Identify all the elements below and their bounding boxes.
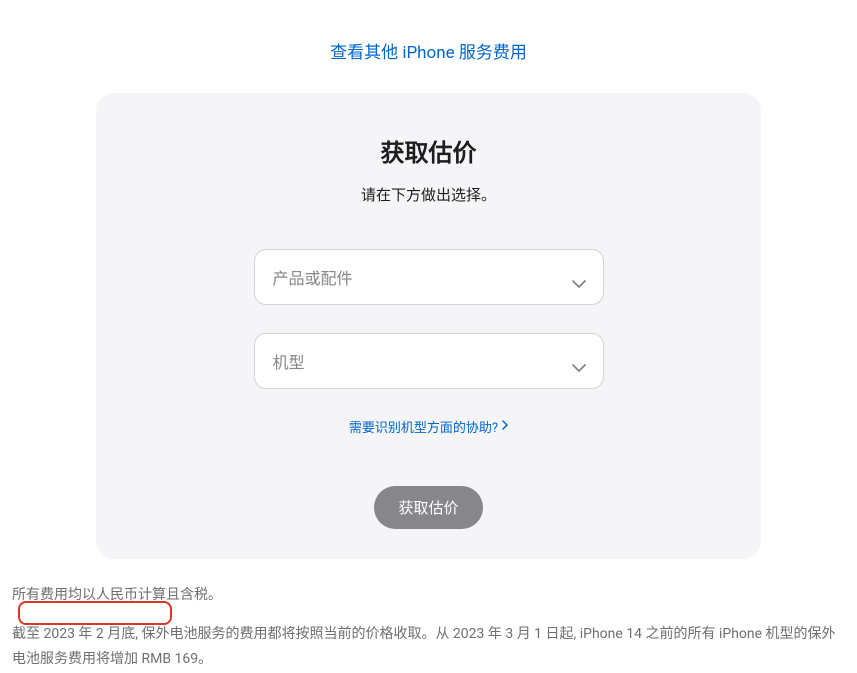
top-link-container: 查看其他 iPhone 服务费用	[0, 0, 857, 93]
card-subtitle: 请在下方做出选择。	[156, 184, 701, 205]
footer-notes: 所有费用均以人民币计算且含税。 截至 2023 年 2 月底, 保外电池服务的费…	[0, 559, 857, 673]
model-select-placeholder: 机型	[273, 349, 305, 373]
help-link-text: 需要识别机型方面的协助?	[349, 417, 498, 436]
product-select-placeholder: 产品或配件	[273, 265, 353, 289]
chevron-right-icon	[502, 419, 508, 434]
model-select[interactable]: 机型	[254, 333, 604, 389]
get-estimate-button[interactable]: 获取估价	[374, 486, 482, 529]
footer-line-1: 所有费用均以人民币计算且含税。	[12, 583, 845, 608]
identify-model-help-link[interactable]: 需要识别机型方面的协助?	[349, 417, 508, 436]
card-title: 获取估价	[156, 133, 701, 168]
footer-line-2: 截至 2023 年 2 月底, 保外电池服务的费用都将按照当前的价格收取。从 2…	[12, 622, 845, 672]
model-select-wrapper: 机型	[254, 333, 604, 389]
product-select-wrapper: 产品或配件	[254, 249, 604, 305]
estimate-card: 获取估价 请在下方做出选择。 产品或配件 机型 需要识别机型方面的协助? 获取估…	[96, 93, 761, 559]
product-select[interactable]: 产品或配件	[254, 249, 604, 305]
other-iphone-services-link[interactable]: 查看其他 iPhone 服务费用	[330, 43, 527, 63]
